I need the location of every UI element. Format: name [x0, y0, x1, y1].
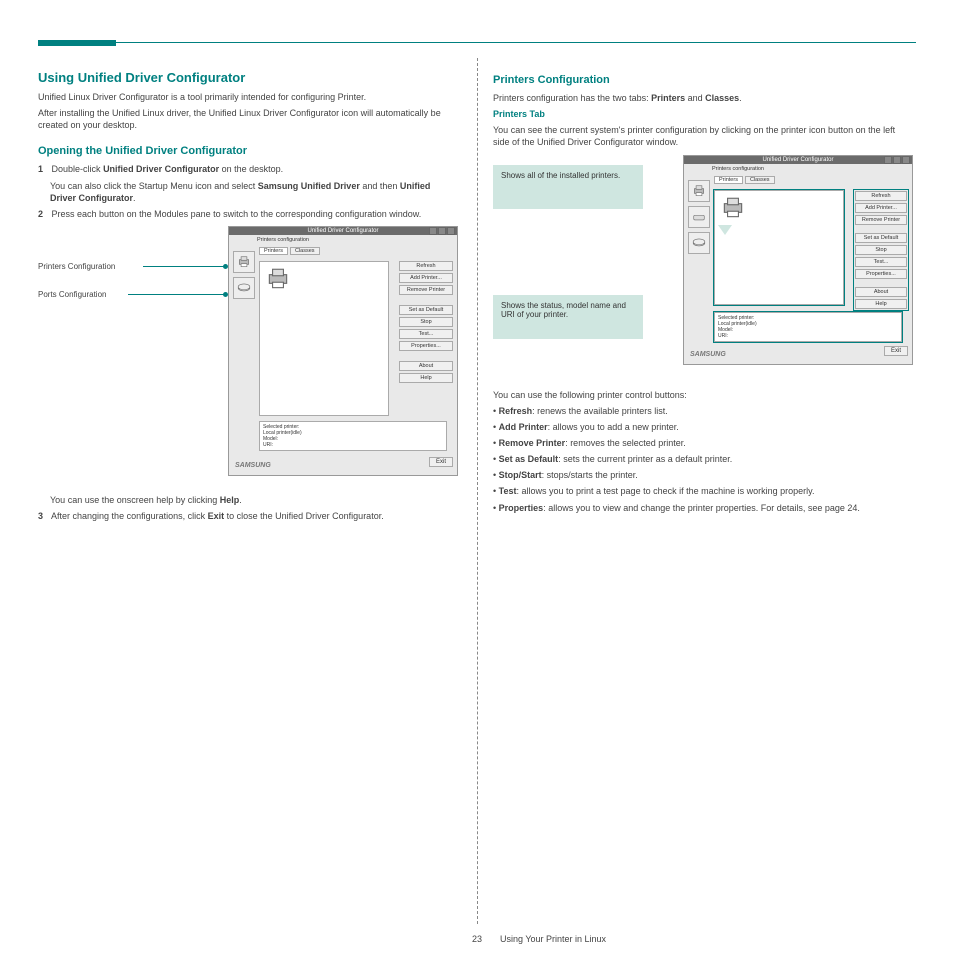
window-title: Unified Driver Configurator: [684, 156, 912, 164]
tab-classes[interactable]: Classes: [745, 176, 775, 184]
intro-paragraph: Unified Linux Driver Configurator is a t…: [38, 91, 458, 103]
intro-paragraph2: After installing the Unified Linux drive…: [38, 107, 458, 131]
section-heading: Using Unified Driver Configurator: [38, 70, 458, 85]
set-default-button[interactable]: Set as Default: [399, 305, 453, 315]
configurator-window: Unified Driver Configurator Printers con…: [228, 226, 458, 476]
callout-installed: Shows all of the installed printers.: [493, 165, 643, 209]
printer-list-area[interactable]: [259, 261, 389, 416]
module-ports-button[interactable]: [688, 232, 710, 254]
help-line: You can use the onscreen help by clickin…: [50, 494, 458, 506]
about-button[interactable]: About: [399, 361, 453, 371]
pointer-line: [128, 294, 225, 295]
step-1: 1 Double-click Unified Driver Configurat…: [38, 163, 458, 175]
module-printers-button[interactable]: [233, 251, 255, 273]
callout-pointer-icon: [718, 225, 732, 235]
refresh-button[interactable]: Refresh: [399, 261, 453, 271]
add-printer-button[interactable]: Add Printer...: [855, 203, 907, 213]
config-label: Printers configuration: [257, 237, 309, 243]
header-rule: [116, 42, 916, 43]
printer-icon: [236, 255, 252, 269]
properties-button[interactable]: Properties...: [855, 269, 907, 279]
printers-tab-text: You can see the current system's printer…: [493, 124, 913, 148]
bullet-remove: • Remove Printer: removes the selected p…: [493, 437, 913, 449]
bullet-properties: • Properties: allows you to view and cha…: [493, 502, 913, 514]
printers-config-intro: Printers configuration has the two tabs:…: [493, 92, 913, 104]
help-button[interactable]: Help: [399, 373, 453, 383]
subheading-printers-config: Printers Configuration: [493, 74, 913, 86]
tab-printers[interactable]: Printers: [714, 176, 743, 184]
bullet-stopstart: • Stop/Start: stops/starts the printer.: [493, 469, 913, 481]
bullet-refresh: • Refresh: renews the available printers…: [493, 405, 913, 417]
test-button[interactable]: Test...: [855, 257, 907, 267]
printer-icon: [264, 266, 292, 292]
printer-icon: [719, 195, 747, 221]
info-uri: URI:: [718, 333, 898, 339]
right-column: Printers Configuration Printers configur…: [493, 60, 913, 518]
window-chrome-buttons[interactable]: [429, 227, 455, 235]
refresh-button[interactable]: Refresh: [855, 191, 907, 201]
page-number: 23: [472, 934, 482, 944]
footer-caption: Using Your Printer in Linux: [500, 934, 606, 944]
bullet-add: • Add Printer: allows you to add a new p…: [493, 421, 913, 433]
exit-button[interactable]: Exit: [429, 457, 453, 467]
remove-printer-button[interactable]: Remove Printer: [399, 285, 453, 295]
header-accent-bar: [38, 40, 116, 46]
about-button[interactable]: About: [855, 287, 907, 297]
help-button[interactable]: Help: [855, 299, 907, 309]
samsung-logo: SAMSUNG: [235, 462, 271, 469]
subheading-opening: Opening the Unified Driver Configurator: [38, 145, 458, 157]
stop-button[interactable]: Stop: [399, 317, 453, 327]
remove-printer-button[interactable]: Remove Printer: [855, 215, 907, 225]
scanner-icon: [691, 210, 707, 224]
port-icon: [236, 281, 252, 295]
add-printer-button[interactable]: Add Printer...: [399, 273, 453, 283]
pointer-line: [143, 266, 225, 267]
subheading-printers-tab: Printers Tab: [493, 108, 913, 120]
left-column: Using Unified Driver Configurator Unifie…: [38, 60, 458, 526]
printer-icon: [691, 184, 707, 198]
module-printers-button[interactable]: [688, 180, 710, 202]
step-number: 1: [38, 164, 43, 174]
callout-status: Shows the status, model name and URI of …: [493, 295, 643, 339]
window-title: Unified Driver Configurator: [229, 227, 457, 235]
label-printers-config: Printers Configuration: [38, 262, 115, 271]
stop-button[interactable]: Stop: [855, 245, 907, 255]
tab-classes[interactable]: Classes: [290, 247, 320, 255]
step-number: 2: [38, 209, 43, 219]
label-ports-config: Ports Configuration: [38, 290, 106, 299]
step-number: 3: [38, 511, 43, 521]
step-3: 3 After changing the configurations, cli…: [38, 510, 458, 522]
column-divider: [477, 58, 478, 924]
bullet-test: • Test: allows you to print a test page …: [493, 485, 913, 497]
bullet-default: • Set as Default: sets the current print…: [493, 453, 913, 465]
properties-button[interactable]: Properties...: [399, 341, 453, 351]
exit-button[interactable]: Exit: [884, 346, 908, 356]
buttons-intro: You can use the following printer contro…: [493, 389, 913, 401]
samsung-logo: SAMSUNG: [690, 351, 726, 358]
port-icon: [691, 236, 707, 250]
tab-printers[interactable]: Printers: [259, 247, 288, 255]
test-button[interactable]: Test...: [399, 329, 453, 339]
step-2: 2 Press each button on the Modules pane …: [38, 208, 458, 220]
info-uri: URI:: [263, 442, 443, 448]
printer-list-area[interactable]: [714, 190, 844, 305]
step-1-alt: You can also click the Startup Menu icon…: [50, 180, 458, 204]
module-ports-button[interactable]: [233, 277, 255, 299]
configurator-window: Unified Driver Configurator Printers con…: [683, 155, 913, 365]
module-scanners-button[interactable]: [688, 206, 710, 228]
window-chrome-buttons[interactable]: [884, 156, 910, 164]
set-default-button[interactable]: Set as Default: [855, 233, 907, 243]
config-label: Printers configuration: [712, 166, 764, 172]
